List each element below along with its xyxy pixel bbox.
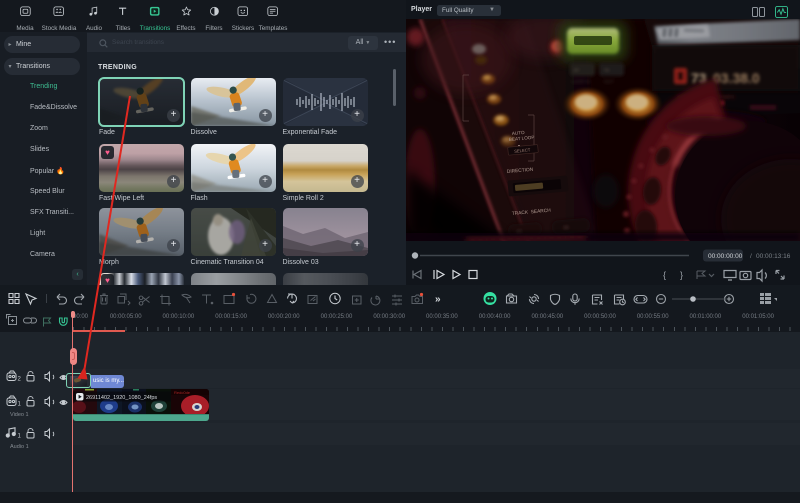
svg-text:/: / bbox=[750, 253, 752, 260]
svg-text:»: » bbox=[435, 294, 441, 305]
svg-text:Audio 1: Audio 1 bbox=[10, 444, 29, 450]
svg-text:1: 1 bbox=[18, 434, 22, 440]
svg-text:00:00:00:00: 00:00:00:00 bbox=[708, 253, 743, 260]
svg-text:Redc0de: Redc0de bbox=[174, 390, 191, 395]
svg-text:1: 1 bbox=[18, 402, 22, 408]
svg-text:2: 2 bbox=[18, 377, 22, 383]
svg-text:26911402_1920_1080_24fps: 26911402_1920_1080_24fps bbox=[86, 395, 157, 401]
svg-text:00:00:13:16: 00:00:13:16 bbox=[756, 253, 791, 260]
svg-text:Video 1: Video 1 bbox=[10, 412, 29, 418]
svg-text:}: } bbox=[680, 270, 683, 280]
svg-text:{: { bbox=[663, 270, 666, 280]
